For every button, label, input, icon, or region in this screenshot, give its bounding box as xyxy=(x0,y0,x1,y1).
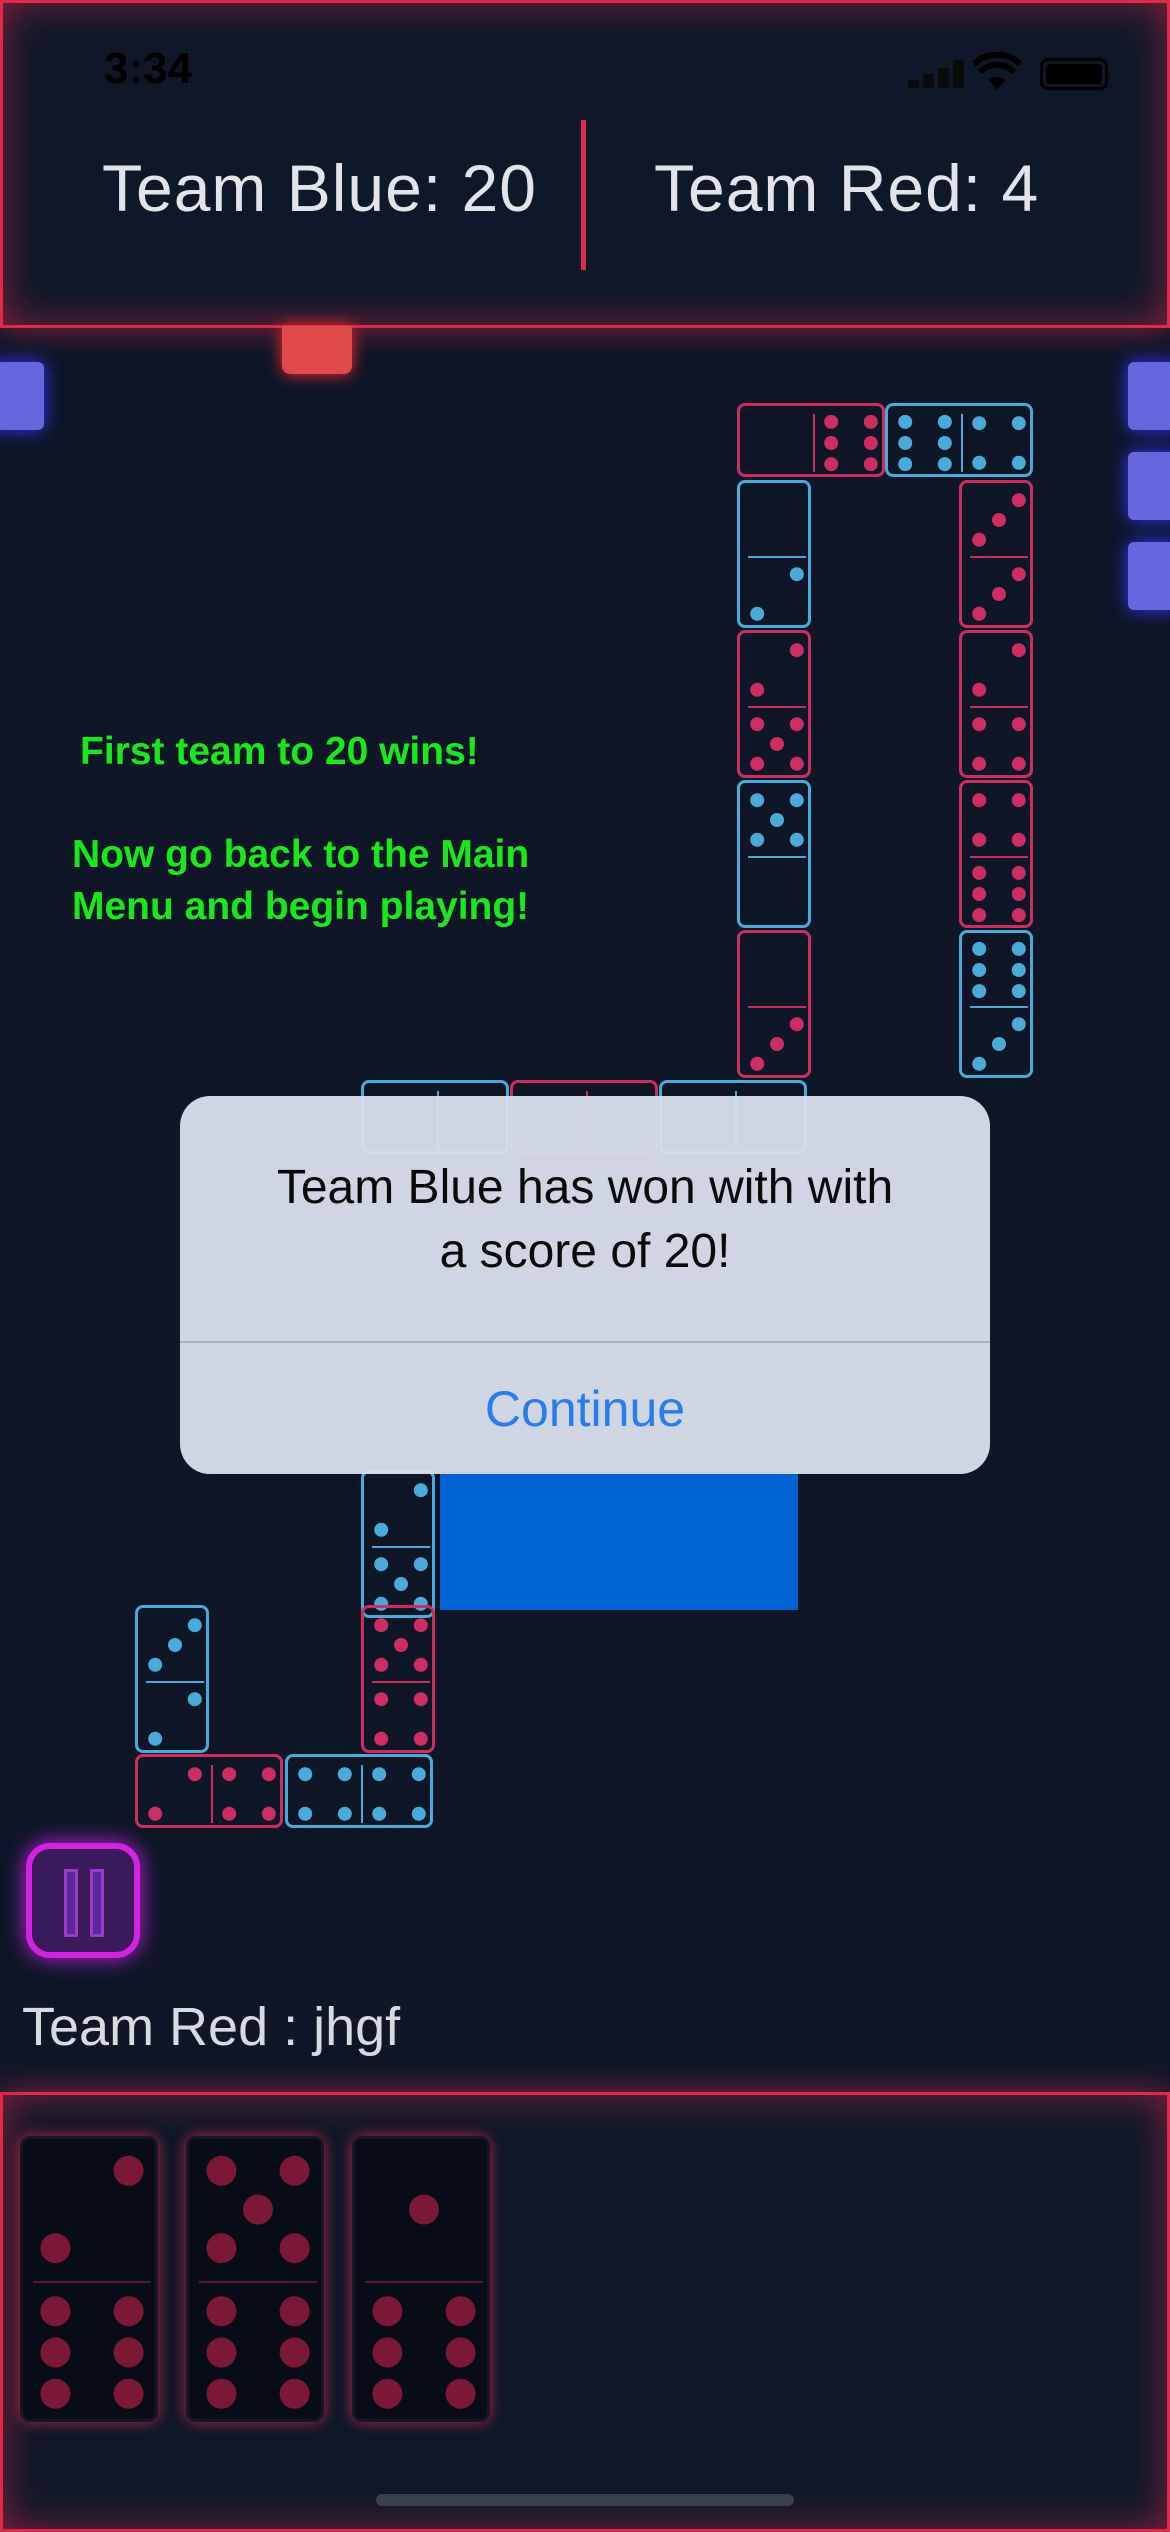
pause-icon-bar-right xyxy=(90,1869,104,1937)
board-domino xyxy=(959,780,1033,928)
status-time: 3:34 xyxy=(104,44,193,93)
right-hand-tab-1 xyxy=(1128,362,1170,430)
continue-button[interactable]: Continue xyxy=(180,1343,990,1474)
battery-icon xyxy=(1040,58,1108,90)
pause-icon-bar-left xyxy=(64,1869,78,1937)
board-domino xyxy=(361,1470,435,1618)
win-alert-dialog: Team Blue has won with with a score of 2… xyxy=(180,1096,990,1474)
current-turn-label: Team Red : jhgf xyxy=(22,1997,401,2057)
board-domino xyxy=(959,480,1033,628)
hand-domino[interactable] xyxy=(352,2136,490,2422)
board-domino xyxy=(737,480,811,628)
score-divider xyxy=(581,120,586,270)
right-hand-tab-2 xyxy=(1128,452,1170,520)
board-domino xyxy=(737,780,811,928)
board-domino xyxy=(737,630,811,778)
board-domino xyxy=(959,630,1033,778)
board-domino xyxy=(135,1605,209,1753)
instruction-line-3: Menu and begin playing! xyxy=(72,885,530,928)
instruction-line-2: Now go back to the Main xyxy=(72,833,530,876)
board-domino xyxy=(737,403,885,477)
drop-zone-highlight xyxy=(440,1474,798,1610)
team-blue-score: Team Blue: 20 xyxy=(102,151,537,225)
alert-message-line-1: Team Blue has won with with xyxy=(276,1161,894,1214)
instruction-line-1: First team to 20 wins! xyxy=(80,730,479,773)
cellular-signal-icon xyxy=(908,58,968,88)
left-hand-tab xyxy=(0,362,44,430)
home-indicator[interactable] xyxy=(376,2494,794,2506)
red-turn-marker xyxy=(282,326,352,374)
board-domino xyxy=(285,1754,433,1828)
board-domino xyxy=(959,930,1033,1078)
board-domino xyxy=(737,930,811,1078)
alert-message-line-2: a score of 20! xyxy=(439,1225,731,1278)
hand-domino[interactable] xyxy=(186,2136,324,2422)
pause-button[interactable] xyxy=(26,1843,140,1958)
player-hand-tray xyxy=(0,2092,1170,2532)
alert-message: Team Blue has won with with a score of 2… xyxy=(180,1156,990,1284)
right-hand-tab-3 xyxy=(1128,542,1170,610)
board-domino xyxy=(885,403,1033,477)
board-domino xyxy=(135,1754,283,1828)
hand-domino[interactable] xyxy=(20,2136,158,2422)
wifi-icon xyxy=(971,51,1023,97)
board-domino xyxy=(361,1605,435,1753)
team-red-score: Team Red: 4 xyxy=(654,151,1040,225)
